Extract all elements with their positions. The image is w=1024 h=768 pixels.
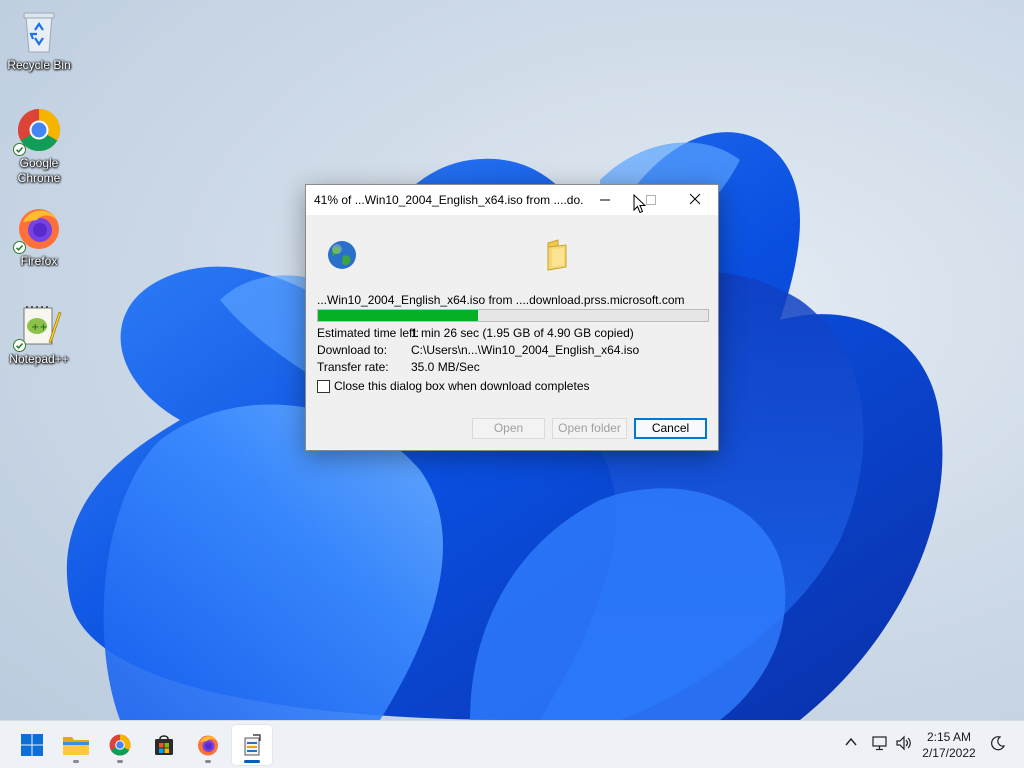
transfer-rate-row: Transfer rate: 35.0 MB/Sec <box>317 360 480 374</box>
download-progress-fill <box>318 310 478 321</box>
system-clock[interactable]: 2:15 AM 2/17/2022 <box>914 729 984 761</box>
taskbar-download-manager[interactable] <box>232 725 272 765</box>
running-indicator <box>244 760 260 763</box>
store-icon <box>155 735 173 755</box>
firefox-icon <box>13 204 63 254</box>
desktop-icon-firefox[interactable]: Firefox <box>1 204 77 269</box>
notepad-plus-plus-icon: ++ <box>13 302 63 352</box>
cancel-button[interactable]: Cancel <box>634 418 707 439</box>
minimize-button[interactable] <box>582 185 628 215</box>
desktop-icon-google-chrome[interactable]: Google Chrome <box>1 106 77 186</box>
desktop: Recycle Bin Google Chrome Firefox ++ Not… <box>0 0 1024 768</box>
close-button[interactable] <box>672 185 718 215</box>
desktop-icon-label: Google Chrome <box>17 156 61 185</box>
close-when-done-checkbox[interactable] <box>317 379 330 393</box>
dialog-title: 41% of ...Win10_2004_English_x64.iso fro… <box>314 193 584 207</box>
open-folder-button[interactable]: Open folder <box>552 418 627 439</box>
globe-icon <box>328 241 356 269</box>
chrome-icon <box>109 734 131 756</box>
download-file-source: ...Win10_2004_English_x64.iso from ....d… <box>317 293 685 307</box>
svg-text:++: ++ <box>31 322 48 333</box>
download-progress-bar <box>317 309 709 322</box>
minimize-icon <box>600 199 610 201</box>
desktop-icon-label: Firefox <box>20 254 58 268</box>
download-app-icon <box>244 734 261 756</box>
chrome-icon <box>13 106 63 156</box>
start-button[interactable] <box>12 725 52 765</box>
dialog-titlebar[interactable]: 41% of ...Win10_2004_English_x64.iso fro… <box>306 185 718 215</box>
estimated-time-label: Estimated time left: <box>317 326 420 340</box>
running-indicator <box>73 760 79 763</box>
download-to-row: Download to: C:\Users\n...\Win10_2004_Eng… <box>317 343 639 357</box>
open-button[interactable]: Open <box>472 418 545 439</box>
desktop-icon-label: Recycle Bin <box>7 58 71 72</box>
mouse-cursor-icon <box>633 194 647 214</box>
clock-date: 2/17/2022 <box>922 746 976 760</box>
firefox-icon <box>198 735 218 756</box>
recycle-bin-icon <box>15 8 63 56</box>
clock-time: 2:15 AM <box>926 730 972 744</box>
running-indicator <box>117 760 123 763</box>
running-indicator <box>205 760 211 763</box>
desktop-icon-recycle-bin[interactable]: Recycle Bin <box>1 8 77 73</box>
transfer-rate-label: Transfer rate: <box>317 360 389 374</box>
desktop-icon-notepad-plus-plus[interactable]: ++ Notepad++ <box>1 302 77 367</box>
download-to-label: Download to: <box>317 343 388 357</box>
desktop-icon-label: Notepad++ <box>9 352 69 366</box>
taskbar-firefox[interactable] <box>188 725 228 765</box>
taskbar-file-explorer[interactable] <box>56 725 96 765</box>
taskbar-microsoft-store[interactable] <box>144 725 184 765</box>
folder-icon <box>547 239 567 271</box>
chevron-up-icon[interactable] <box>844 735 858 749</box>
taskbar-chrome[interactable] <box>100 725 140 765</box>
download-to-value: C:\Users\n...\Win10_2004_English_x64.iso <box>411 343 640 357</box>
taskbar: 2:15 AM 2/17/2022 <box>0 720 1024 768</box>
download-dialog: 41% of ...Win10_2004_English_x64.iso fro… <box>305 184 719 451</box>
windows-logo-icon <box>21 734 43 756</box>
close-when-done-option[interactable]: Close this dialog box when download comp… <box>317 379 590 393</box>
volume-icon[interactable] <box>895 735 913 751</box>
close-when-done-label: Close this dialog box when download comp… <box>334 379 590 393</box>
focus-assist-moon-icon[interactable] <box>990 735 1006 751</box>
shortcut-check-icon <box>13 143 26 156</box>
folder-icon <box>63 737 89 755</box>
shortcut-check-icon <box>13 241 26 254</box>
estimated-time-row: Estimated time left:1 min 26 sec (1.95 G… <box>317 326 634 340</box>
close-icon <box>689 193 701 205</box>
estimated-time-value: 1 min 26 sec (1.95 GB of 4.90 GB copied) <box>411 326 634 340</box>
transfer-rate-value: 35.0 MB/Sec <box>411 360 480 374</box>
shortcut-check-icon <box>13 339 26 352</box>
network-icon[interactable] <box>871 735 889 751</box>
